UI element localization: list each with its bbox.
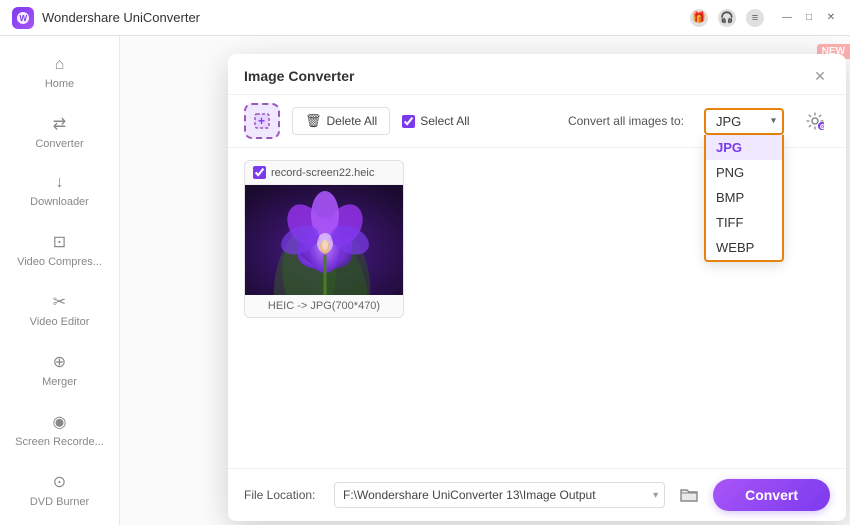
- home-icon: ⌂: [55, 56, 65, 74]
- sidebar-item-downloader[interactable]: ↓ Downloader: [6, 164, 113, 218]
- modal-header: Image Converter ✕: [228, 54, 846, 95]
- format-options-list: JPG PNG BMP TIFF WEBP: [704, 135, 784, 262]
- file-path-arrow-icon: ▾: [647, 490, 664, 501]
- headphones-icon[interactable]: 🎧: [718, 9, 736, 27]
- file-path-wrapper: F:\Wondershare UniConverter 13\Image Out…: [334, 482, 665, 508]
- image-settings-button[interactable]: ⚙: [800, 106, 830, 136]
- add-image-button[interactable]: +: [244, 103, 280, 139]
- app-body: ⌂ Home ⇄ Converter ↓ Downloader ⊡ Video …: [0, 36, 850, 525]
- format-option-jpg[interactable]: JPG: [706, 135, 782, 160]
- svg-text:+: +: [258, 114, 265, 128]
- file-path-select[interactable]: F:\Wondershare UniConverter 13\Image Out…: [335, 483, 647, 507]
- sidebar-item-label: Merger: [42, 376, 77, 388]
- sidebar-item-label: Downloader: [30, 196, 89, 208]
- image-card: record-screen22.heic: [244, 160, 404, 318]
- image-card-conversion: HEIC -> JPG(700*470): [245, 295, 403, 317]
- select-all-label[interactable]: Select All: [402, 114, 469, 128]
- format-dropdown-wrapper: JPG ▾ JPG PNG BMP TIFF WEBP: [704, 108, 784, 135]
- sidebar-item-label: DVD Burner: [30, 496, 89, 508]
- sidebar-item-video-compressor[interactable]: ⊡ Video Compres...: [6, 222, 113, 278]
- sidebar-item-dvd-burner[interactable]: ⊙ DVD Burner: [6, 462, 113, 518]
- image-thumbnail: [245, 185, 403, 295]
- image-card-checkbox[interactable]: [253, 166, 266, 179]
- sidebar-item-merger[interactable]: ⊕ Merger: [6, 342, 113, 398]
- gift-icon[interactable]: 🎁: [690, 9, 708, 27]
- sidebar-item-converter[interactable]: ⇄ Converter: [6, 104, 113, 160]
- format-option-bmp[interactable]: BMP: [706, 185, 782, 210]
- image-card-header: record-screen22.heic: [245, 161, 403, 185]
- modal-close-button[interactable]: ✕: [810, 66, 830, 86]
- sidebar-item-label: Video Compres...: [17, 256, 102, 268]
- sidebar-item-label: Video Editor: [30, 316, 90, 328]
- delete-all-label: Delete All: [327, 114, 378, 128]
- downloader-icon: ↓: [56, 174, 64, 192]
- close-button[interactable]: ✕: [824, 11, 838, 25]
- app-logo: W: [12, 7, 34, 29]
- svg-text:⚙: ⚙: [820, 123, 825, 130]
- delete-all-button[interactable]: 🗑 Delete All: [292, 107, 390, 135]
- modal-footer: File Location: F:\Wondershare UniConvert…: [228, 468, 846, 521]
- sidebar-item-home[interactable]: ⌂ Home: [6, 46, 113, 100]
- format-option-png[interactable]: PNG: [706, 160, 782, 185]
- maximize-button[interactable]: □: [802, 11, 816, 25]
- sidebar-item-video-editor[interactable]: ✂ Video Editor: [6, 282, 113, 338]
- select-all-text: Select All: [420, 114, 469, 128]
- sidebar-item-label: Screen Recorde...: [15, 436, 104, 448]
- menu-icon[interactable]: ≡: [746, 9, 764, 27]
- format-option-webp[interactable]: WEBP: [706, 235, 782, 260]
- app-title: Wondershare UniConverter: [42, 10, 690, 25]
- format-dropdown-display[interactable]: JPG: [704, 108, 784, 135]
- format-option-tiff[interactable]: TIFF: [706, 210, 782, 235]
- convert-all-label: Convert all images to:: [568, 114, 684, 128]
- app-window: W Wondershare UniConverter 🎁 🎧 ≡ — □ ✕ ⌂…: [0, 0, 850, 525]
- window-controls: — □ ✕: [780, 11, 838, 25]
- video-editor-icon: ✂: [53, 292, 66, 312]
- image-card-filename: record-screen22.heic: [271, 167, 395, 179]
- trash-icon: 🗑: [305, 113, 322, 129]
- sidebar: ⌂ Home ⇄ Converter ↓ Downloader ⊡ Video …: [0, 36, 120, 525]
- merger-icon: ⊕: [53, 352, 66, 372]
- minimize-button[interactable]: —: [780, 11, 794, 25]
- modal-title: Image Converter: [244, 68, 810, 84]
- screen-recorder-icon: ◉: [53, 412, 67, 432]
- sidebar-item-label: Converter: [35, 138, 83, 150]
- converter-icon: ⇄: [53, 114, 66, 134]
- sidebar-item-screen-recorder[interactable]: ◉ Screen Recorde...: [6, 402, 113, 458]
- title-bar-action-icons: 🎁 🎧 ≡: [690, 9, 764, 27]
- select-all-checkbox[interactable]: [402, 115, 415, 128]
- modal-toolbar: + 🗑 Delete All Select All Convert all im…: [228, 95, 846, 148]
- file-location-label: File Location:: [244, 488, 324, 502]
- sidebar-item-label: Home: [45, 78, 74, 90]
- main-content: NEW Image Converter ✕ +: [120, 36, 850, 525]
- browse-folder-button[interactable]: [675, 481, 703, 509]
- convert-button[interactable]: Convert: [713, 479, 830, 511]
- image-converter-modal: Image Converter ✕ + 🗑 Delete All: [228, 54, 846, 521]
- title-bar: W Wondershare UniConverter 🎁 🎧 ≡ — □ ✕: [0, 0, 850, 36]
- video-compressor-icon: ⊡: [53, 232, 66, 252]
- dvd-burner-icon: ⊙: [53, 472, 66, 492]
- svg-text:W: W: [20, 14, 28, 23]
